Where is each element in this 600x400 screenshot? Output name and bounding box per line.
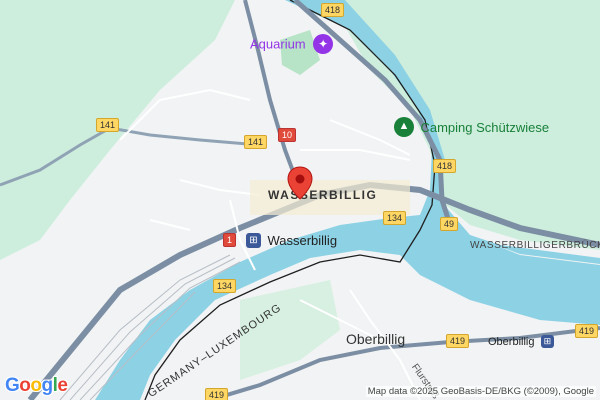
camping-label: Camping Schützwiese [420,119,550,135]
route-shield-134: 134 [383,211,407,225]
google-logo: Google [5,375,68,396]
train-station-icon: ⊞ [246,233,261,249]
poi-camping[interactable]: ▲ Camping Schützwiese [394,117,549,137]
poi-station-wasserbillig[interactable]: ⊞ Wasserbillig [246,232,337,250]
route-shield-418: 418 [321,3,345,17]
train-station-icon: ⊞ [540,335,554,349]
route-shield-141: 141 [96,118,120,132]
route-shield-1: 1 [223,233,237,247]
poi-station-oberbillig[interactable]: Oberbillig ⊞ [488,333,554,351]
route-shield-141: 141 [244,135,268,149]
route-shield-49: 49 [440,217,459,231]
route-shield-134: 134 [213,279,237,293]
route-shield-10: 10 [278,128,297,142]
aquarium-label: Aquarium [250,36,306,52]
road-b10 [243,0,302,191]
place-label-wasserbilliger-bruck[interactable]: WASSERBILLIGERBRÜCK [470,240,600,251]
map-view[interactable]: WASSERBILLIG Oberbillig WASSERBILLIGERBR… [0,0,600,400]
aquarium-icon: ✦ [313,34,334,54]
location-pin-icon[interactable] [287,166,313,200]
route-shield-419: 419 [446,334,470,348]
camping-icon: ▲ [394,117,414,137]
route-shield-419: 419 [205,388,229,400]
route-shield-418: 418 [433,159,457,173]
route-shield-419: 419 [575,324,599,338]
poi-aquarium[interactable]: Aquarium ✦ [250,34,334,54]
map-attribution[interactable]: Map data ©2025 GeoBasis-DE/BKG (©2009), … [365,386,596,397]
place-label-oberbillig[interactable]: Oberbillig [346,331,405,347]
place-label-wasserbillig[interactable]: WASSERBILLIG [268,188,377,202]
station-label-wasserbillig: Wasserbillig [267,233,338,249]
station-label-oberbillig: Oberbillig [488,335,535,348]
